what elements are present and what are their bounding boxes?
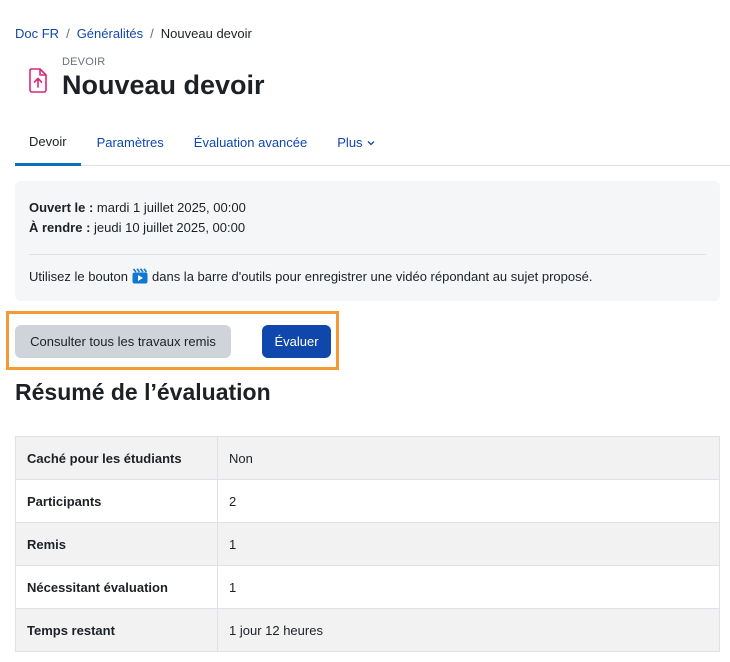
open-date-label: Ouvert le : [29, 200, 94, 215]
divider [29, 254, 706, 255]
chevron-down-icon [367, 140, 375, 146]
view-all-submissions-button[interactable]: Consulter tous les travaux remis [15, 325, 231, 358]
grade-button[interactable]: Évaluer [262, 325, 331, 358]
assignment-upload-icon [22, 64, 54, 96]
row-label-participants: Participants [15, 479, 218, 523]
row-value-submitted: 1 [217, 522, 720, 566]
tab-evaluation-avancee[interactable]: Évaluation avancée [180, 120, 321, 165]
tab-label: Plus [337, 135, 363, 150]
tab-label: Devoir [29, 134, 67, 149]
row-label-needs-grading: Nécessitant évaluation [15, 565, 218, 609]
activity-dates-box: Ouvert le : mardi 1 juillet 2025, 00:00 … [15, 181, 720, 301]
activity-type-label: DEVOIR [62, 56, 106, 68]
due-date: À rendre : jeudi 10 juillet 2025, 00:00 [29, 218, 706, 238]
row-value-time-remaining: 1 jour 12 heures [217, 608, 720, 652]
intro-text-before: Utilisez le bouton [29, 268, 128, 284]
page-header: DEVOIR Nouveau devoir [22, 56, 265, 102]
intro-text-after: dans la barre d'outils pour enregistrer … [152, 268, 593, 284]
row-value-needs-grading: 1 [217, 565, 720, 609]
tab-parametres[interactable]: Paramètres [83, 120, 178, 165]
page-title: Nouveau devoir [62, 70, 265, 100]
grading-summary-heading: Résumé de l’évaluation [15, 379, 271, 405]
row-value-participants: 2 [217, 479, 720, 523]
video-record-icon [132, 268, 148, 284]
due-date-value: jeudi 10 juillet 2025, 00:00 [94, 220, 246, 235]
tab-label: Paramètres [96, 135, 164, 150]
table-row: Caché pour les étudiants Non [15, 436, 720, 480]
tab-plus[interactable]: Plus [323, 120, 388, 165]
assignment-intro: Utilisez le bouton dans la barre d'outil… [29, 268, 706, 284]
breadcrumb-separator: / [66, 26, 70, 41]
open-date-value: mardi 1 juillet 2025, 00:00 [96, 200, 246, 215]
table-row: Temps restant 1 jour 12 heures [15, 608, 720, 652]
breadcrumb-separator: / [150, 26, 154, 41]
table-row: Remis 1 [15, 522, 720, 566]
open-date: Ouvert le : mardi 1 juillet 2025, 00:00 [29, 198, 706, 218]
table-row: Participants 2 [15, 479, 720, 523]
row-label-hidden: Caché pour les étudiants [15, 436, 218, 480]
due-date-label: À rendre : [29, 220, 91, 235]
breadcrumb-link-course[interactable]: Doc FR [15, 26, 59, 41]
row-label-time-remaining: Temps restant [15, 608, 218, 652]
secondary-navigation: Devoir Paramètres Évaluation avancée Plu… [15, 120, 730, 166]
row-label-submitted: Remis [15, 522, 218, 566]
tab-devoir[interactable]: Devoir [15, 120, 81, 166]
row-value-hidden: Non [217, 436, 720, 480]
grading-summary-table: Caché pour les étudiants Non Participant… [15, 436, 720, 652]
breadcrumb-link-section[interactable]: Généralités [77, 26, 143, 41]
breadcrumb-current: Nouveau devoir [160, 26, 252, 41]
breadcrumb: Doc FR / Généralités / Nouveau devoir [15, 26, 252, 41]
table-row: Nécessitant évaluation 1 [15, 565, 720, 609]
tab-label: Évaluation avancée [193, 135, 308, 150]
